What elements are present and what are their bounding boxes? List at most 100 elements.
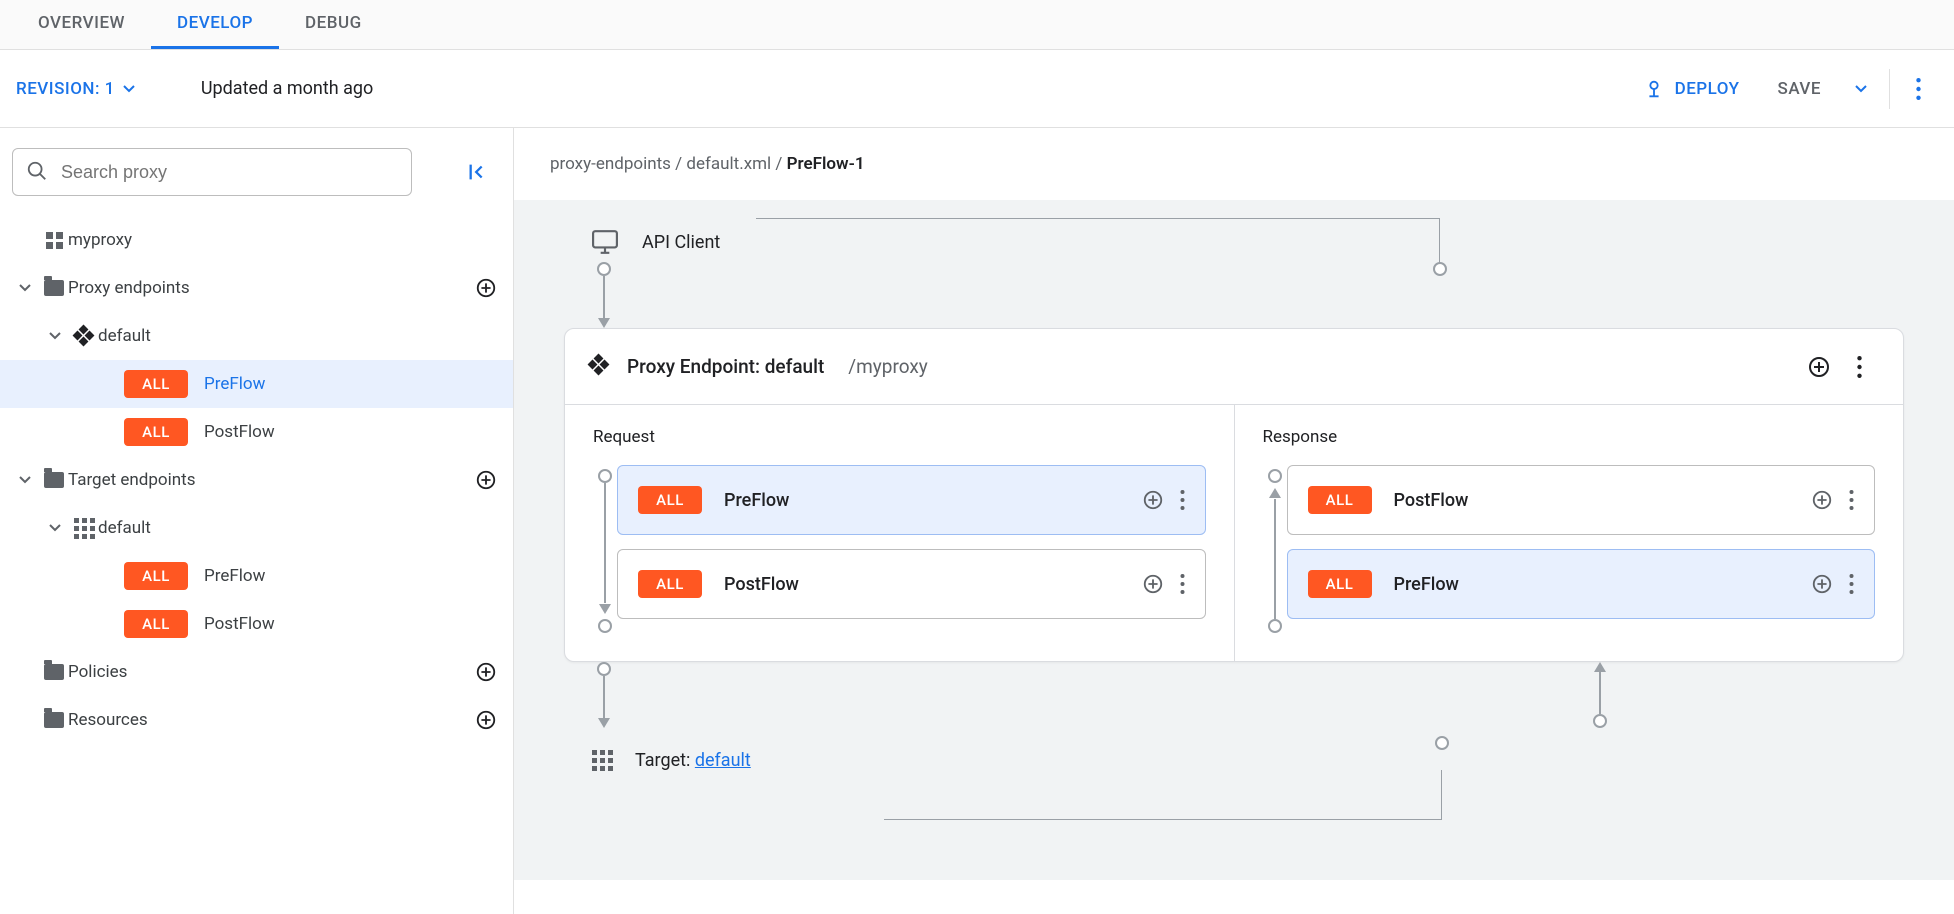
add-target-endpoint-button[interactable] bbox=[475, 469, 497, 491]
sidebar: myproxy Proxy endpoints bbox=[0, 128, 514, 914]
api-client-label: API Client bbox=[642, 232, 720, 253]
add-resource-button[interactable] bbox=[475, 709, 497, 731]
tree-section-target-endpoints[interactable]: Target endpoints bbox=[0, 456, 513, 504]
deploy-label: Deploy bbox=[1675, 79, 1740, 99]
flow-label: PostFlow bbox=[204, 422, 497, 442]
flow-diagram: API Client Proxy Endpoint: default /mypr… bbox=[514, 200, 1954, 880]
proxy-endpoint-card: Proxy Endpoint: default /myproxy Request bbox=[564, 328, 1904, 662]
flow-label: PreFlow bbox=[204, 374, 497, 394]
block-more-button[interactable] bbox=[1180, 574, 1185, 594]
tab-develop[interactable]: Develop bbox=[151, 0, 279, 49]
block-add-button[interactable] bbox=[1142, 573, 1164, 595]
tree-target-flow-postflow[interactable]: ALL PostFlow bbox=[0, 600, 513, 648]
nav-tree: myproxy Proxy endpoints bbox=[0, 212, 513, 744]
chevron-down-icon bbox=[10, 284, 40, 292]
endpoint-label: default bbox=[98, 518, 497, 538]
bottom-connectors bbox=[564, 662, 1904, 728]
all-badge: ALL bbox=[124, 610, 188, 638]
block-more-button[interactable] bbox=[1180, 490, 1185, 510]
card-subtitle: /myproxy bbox=[848, 355, 927, 378]
tab-bar: Overview Develop Debug bbox=[0, 0, 1954, 50]
flow-label: PostFlow bbox=[204, 614, 497, 634]
tab-overview[interactable]: Overview bbox=[12, 0, 151, 49]
save-dropdown-button[interactable] bbox=[1841, 69, 1881, 109]
add-proxy-endpoint-button[interactable] bbox=[475, 277, 497, 299]
target-link[interactable]: default bbox=[695, 750, 751, 771]
search-icon bbox=[26, 160, 48, 182]
revision-select[interactable]: Revision: 1 bbox=[16, 79, 135, 99]
more-button[interactable] bbox=[1898, 69, 1938, 109]
add-policy-button[interactable] bbox=[475, 661, 497, 683]
all-badge: ALL bbox=[638, 486, 702, 514]
tree-flow-postflow[interactable]: ALL PostFlow bbox=[0, 408, 513, 456]
block-add-button[interactable] bbox=[1811, 489, 1833, 511]
request-pane: Request ALL PreFlow bbox=[565, 405, 1234, 661]
save-button[interactable]: Save bbox=[1758, 79, 1841, 99]
card-title: Proxy Endpoint: default bbox=[627, 355, 824, 378]
block-add-button[interactable] bbox=[1142, 489, 1164, 511]
block-more-button[interactable] bbox=[1849, 574, 1854, 594]
response-flowline bbox=[1263, 465, 1287, 633]
block-label: PreFlow bbox=[724, 490, 1142, 511]
grid9-icon bbox=[592, 750, 613, 771]
tree-flow-preflow[interactable]: ALL PreFlow bbox=[0, 360, 513, 408]
top-connectors bbox=[564, 262, 1904, 328]
arrow-down-icon bbox=[592, 662, 616, 728]
folder-icon bbox=[40, 280, 68, 296]
request-flowline bbox=[593, 465, 617, 633]
divider bbox=[1889, 69, 1890, 109]
endpoint-label: default bbox=[98, 326, 497, 346]
updated-label: Updated a month ago bbox=[201, 78, 373, 99]
target-node: Target: default bbox=[592, 750, 1904, 771]
arrow-down-icon bbox=[592, 262, 616, 328]
connector-bottom bbox=[884, 770, 1442, 820]
all-badge: ALL bbox=[124, 370, 188, 398]
card-add-button[interactable] bbox=[1799, 347, 1839, 387]
chevron-down-icon bbox=[40, 332, 70, 340]
tab-debug[interactable]: Debug bbox=[279, 0, 388, 49]
section-label: Target endpoints bbox=[68, 470, 475, 490]
target-label: Target: default bbox=[635, 750, 751, 771]
request-preflow-block[interactable]: ALL PreFlow bbox=[617, 465, 1206, 535]
response-pane: Response ALL PostFlow bbox=[1234, 405, 1904, 661]
response-title: Response bbox=[1263, 427, 1876, 447]
grid-icon bbox=[40, 232, 68, 249]
chevron-down-icon bbox=[10, 476, 40, 484]
tree-root-proxy[interactable]: myproxy bbox=[0, 216, 513, 264]
revision-label: Revision: 1 bbox=[16, 79, 115, 99]
deploy-icon bbox=[1643, 78, 1675, 100]
all-badge: ALL bbox=[124, 418, 188, 446]
block-label: PreFlow bbox=[1394, 574, 1812, 595]
crumb[interactable]: default.xml bbox=[686, 154, 771, 174]
tree-section-resources[interactable]: Resources bbox=[0, 696, 513, 744]
collapse-sidebar-button[interactable] bbox=[467, 161, 501, 183]
toolbar: Revision: 1 Updated a month ago Deploy S… bbox=[0, 50, 1954, 128]
response-preflow-block[interactable]: ALL PreFlow bbox=[1287, 549, 1876, 619]
search-input[interactable] bbox=[12, 148, 412, 196]
all-badge: ALL bbox=[638, 570, 702, 598]
flow-label: PreFlow bbox=[204, 566, 497, 586]
all-badge: ALL bbox=[1308, 486, 1372, 514]
all-badge: ALL bbox=[124, 562, 188, 590]
deploy-button[interactable]: Deploy bbox=[1625, 78, 1758, 100]
arrow-up-icon bbox=[1588, 662, 1612, 728]
tree-section-policies[interactable]: Policies bbox=[0, 648, 513, 696]
request-title: Request bbox=[593, 427, 1206, 447]
block-label: PostFlow bbox=[724, 574, 1142, 595]
tree-section-proxy-endpoints[interactable]: Proxy endpoints bbox=[0, 264, 513, 312]
folder-icon bbox=[40, 712, 68, 728]
canvas: proxy-endpoints / default.xml / PreFlow-… bbox=[514, 128, 1954, 914]
request-postflow-block[interactable]: ALL PostFlow bbox=[617, 549, 1206, 619]
card-more-button[interactable] bbox=[1839, 347, 1879, 387]
tree-proxy-endpoint-default[interactable]: default bbox=[0, 312, 513, 360]
tree-target-endpoint-default[interactable]: default bbox=[0, 504, 513, 552]
response-postflow-block[interactable]: ALL PostFlow bbox=[1287, 465, 1876, 535]
api-client-node: API Client bbox=[564, 230, 1904, 254]
tree-root-label: myproxy bbox=[68, 230, 497, 250]
block-more-button[interactable] bbox=[1849, 490, 1854, 510]
block-add-button[interactable] bbox=[1811, 573, 1833, 595]
crumb[interactable]: proxy-endpoints bbox=[550, 154, 671, 174]
section-label: Policies bbox=[68, 662, 475, 682]
tree-target-flow-preflow[interactable]: ALL PreFlow bbox=[0, 552, 513, 600]
folder-icon bbox=[40, 472, 68, 488]
